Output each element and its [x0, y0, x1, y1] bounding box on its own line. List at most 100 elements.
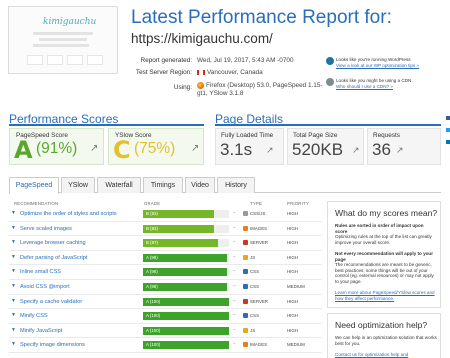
fully-loaded-trend-icon: ↗ [266, 145, 274, 155]
table-row[interactable]: ▼ Minify JavaScript A (100) – JS HIGH [9, 324, 322, 339]
recommendation-priority: HIGH [287, 313, 298, 319]
recommendation-name[interactable]: Optimize the order of styles and scripts [20, 211, 117, 217]
table-row[interactable]: ▼ Defer parsing of JavaScript A (98) – JS HIG… [9, 251, 322, 266]
grade-value: A (98) [146, 283, 158, 289]
yslow-trend-icon: ↗ [191, 143, 200, 154]
thumbnail-line [39, 38, 87, 41]
trend-dash-icon: – [233, 268, 236, 275]
trend-dash-icon: – [233, 210, 236, 216]
twitter-share-icon[interactable] [446, 128, 450, 132]
report-title: Latest Performance Report for: [131, 7, 392, 28]
type-icon [243, 211, 248, 216]
table-row[interactable]: ▼ Specify a cache validator A (100) – SERVER… [9, 295, 322, 310]
scores-explainer-body: Rules are sorted in order of impact upon… [335, 223, 437, 301]
expand-chevron-icon[interactable]: ▼ [11, 341, 16, 347]
type-icon [243, 254, 248, 260]
recommendation-type: SERVER [250, 240, 268, 246]
linkedin-share-icon[interactable] [446, 140, 450, 144]
table-row[interactable]: ▼ Optimize the order of styles and script… [9, 207, 322, 222]
tab-video[interactable]: Video [185, 177, 215, 193]
expand-chevron-icon[interactable]: ▼ [11, 239, 16, 245]
help-body: We can help in an optimization solution … [335, 335, 437, 357]
tab-pagespeed[interactable]: PageSpeed [9, 177, 59, 194]
requests-trend-icon: ↗ [396, 145, 404, 155]
scores-explainer-p1: Optimizing rules at the top of the list … [335, 234, 432, 245]
pagespeed-trend-icon: ↗ [90, 143, 99, 154]
performance-scores-rule [9, 124, 204, 126]
expand-chevron-icon[interactable]: ▼ [11, 327, 16, 333]
facebook-share-icon[interactable] [446, 116, 450, 120]
trend-dash-icon: – [233, 326, 236, 333]
recommendation-type: IMAGES [250, 225, 268, 231]
tab-timings[interactable]: Timings [143, 177, 183, 193]
canada-flag-icon [197, 69, 205, 75]
yslow-percent: (75%) [134, 140, 176, 157]
recommendation-type: JS [250, 254, 256, 260]
scores-explainer-p1-bold: Rules are sorted in order of impact upon… [335, 223, 424, 234]
help-panel: Need optimization help? We can help in a… [327, 313, 441, 358]
recommendation-name[interactable]: Minify CSS [20, 313, 48, 319]
help-p1: We can help in an optimization solution … [335, 335, 437, 346]
grade-value: A (100) [146, 327, 161, 333]
wordpress-tips-link[interactable]: View a look at our WP optimization tips … [336, 63, 446, 69]
table-row[interactable]: ▼ Inline small CSS A (98) – CSS HIGH [9, 265, 322, 280]
fully-loaded-label: Fully Loaded Time [221, 132, 274, 139]
expand-chevron-icon[interactable]: ▼ [11, 298, 16, 304]
recommendation-type: CSS/JS [250, 211, 266, 216]
recommendation-name[interactable]: Inline small CSS [20, 269, 61, 275]
table-row[interactable]: ▼ Specify image dimensions A (100) – IMAGES M… [9, 338, 322, 353]
recommendation-priority: HIGH [287, 327, 298, 333]
expand-chevron-icon[interactable]: ▼ [11, 225, 16, 231]
table-row[interactable]: ▼ Leverage browser caching B (87) – SERVER HI… [9, 236, 322, 251]
requests-value: 36 [372, 140, 391, 159]
recommendation-name[interactable]: Specify image dimensions [20, 342, 85, 348]
page-size-label: Total Page Size [293, 132, 338, 139]
requests-label: Requests [373, 132, 400, 139]
meta-label-generated: Report generated: [140, 57, 192, 64]
table-row[interactable]: ▼ Minify CSS A (100) – CSS HIGH [9, 309, 322, 324]
fully-loaded-value: 3.1s [220, 140, 253, 159]
tab-waterfall[interactable]: Waterfall [97, 177, 141, 193]
recommendation-name[interactable]: Defer parsing of JavaScript [20, 255, 87, 261]
tab-yslow[interactable]: YSlow [61, 177, 95, 193]
meta-value-region-wrap: Vancouver, Canada [197, 69, 263, 76]
thumbnail-card [87, 55, 103, 65]
recommendation-type: CSS [250, 269, 260, 275]
recommendation-name[interactable]: Specify a cache validator [20, 299, 82, 305]
cdn-link[interactable]: Who should I use a CDN? » [336, 84, 446, 90]
expand-chevron-icon[interactable]: ▼ [11, 312, 16, 318]
expand-chevron-icon[interactable]: ▼ [11, 254, 16, 260]
expand-chevron-icon[interactable]: ▼ [11, 210, 16, 216]
report-url[interactable]: https://kimigauchu.com/ [131, 31, 273, 46]
help-title: Need optimization help? [335, 320, 428, 330]
page-size-trend-icon: ↗ [352, 145, 360, 155]
type-icon [243, 269, 248, 275]
recommendation-priority: HIGH [287, 254, 298, 260]
recommendation-priority: HIGH [287, 211, 298, 216]
grade-value: A (100) [146, 313, 161, 319]
page-details-rule [215, 124, 441, 126]
grade-value: B (83) [146, 211, 158, 216]
table-row[interactable]: ▼ Avoid CSS @import A (98) – CSS MEDIUM [9, 280, 322, 295]
recommendation-name[interactable]: Minify JavaScript [20, 328, 62, 334]
learn-more-link[interactable]: Learn more about PageSpeed/YSlow scores … [335, 290, 435, 301]
recommendation-type: CSS [250, 283, 260, 289]
expand-chevron-icon[interactable]: ▼ [11, 268, 16, 274]
fully-loaded-box: Fully Loaded Time 3.1s ↗ [215, 128, 284, 165]
contact-link[interactable]: Contact us for optimization help and [335, 352, 408, 357]
thumbnail-line [33, 44, 89, 47]
thumbnail-card [47, 55, 63, 65]
recommendation-name[interactable]: Leverage browser caching [20, 240, 86, 246]
expand-chevron-icon[interactable]: ▼ [11, 283, 16, 289]
type-icon [243, 327, 248, 333]
scores-explainer-p2: The recommendations are meant to be gene… [335, 262, 434, 284]
requests-box: Requests 36 ↗ [367, 128, 441, 165]
trend-dash-icon: – [233, 341, 236, 348]
recommendation-name[interactable]: Serve scaled images [20, 226, 72, 232]
table-row[interactable]: ▼ Serve scaled images B (83) – IMAGES HIGH [9, 222, 322, 237]
recommendation-name[interactable]: Avoid CSS @import [20, 284, 70, 290]
thumbnail-logo: kimigauchu [43, 17, 97, 27]
meta-value-region: Vancouver, Canada [207, 69, 263, 76]
report-tabs: PageSpeed YSlow Waterfall Timings Video … [9, 177, 441, 194]
tab-history[interactable]: History [217, 177, 255, 193]
